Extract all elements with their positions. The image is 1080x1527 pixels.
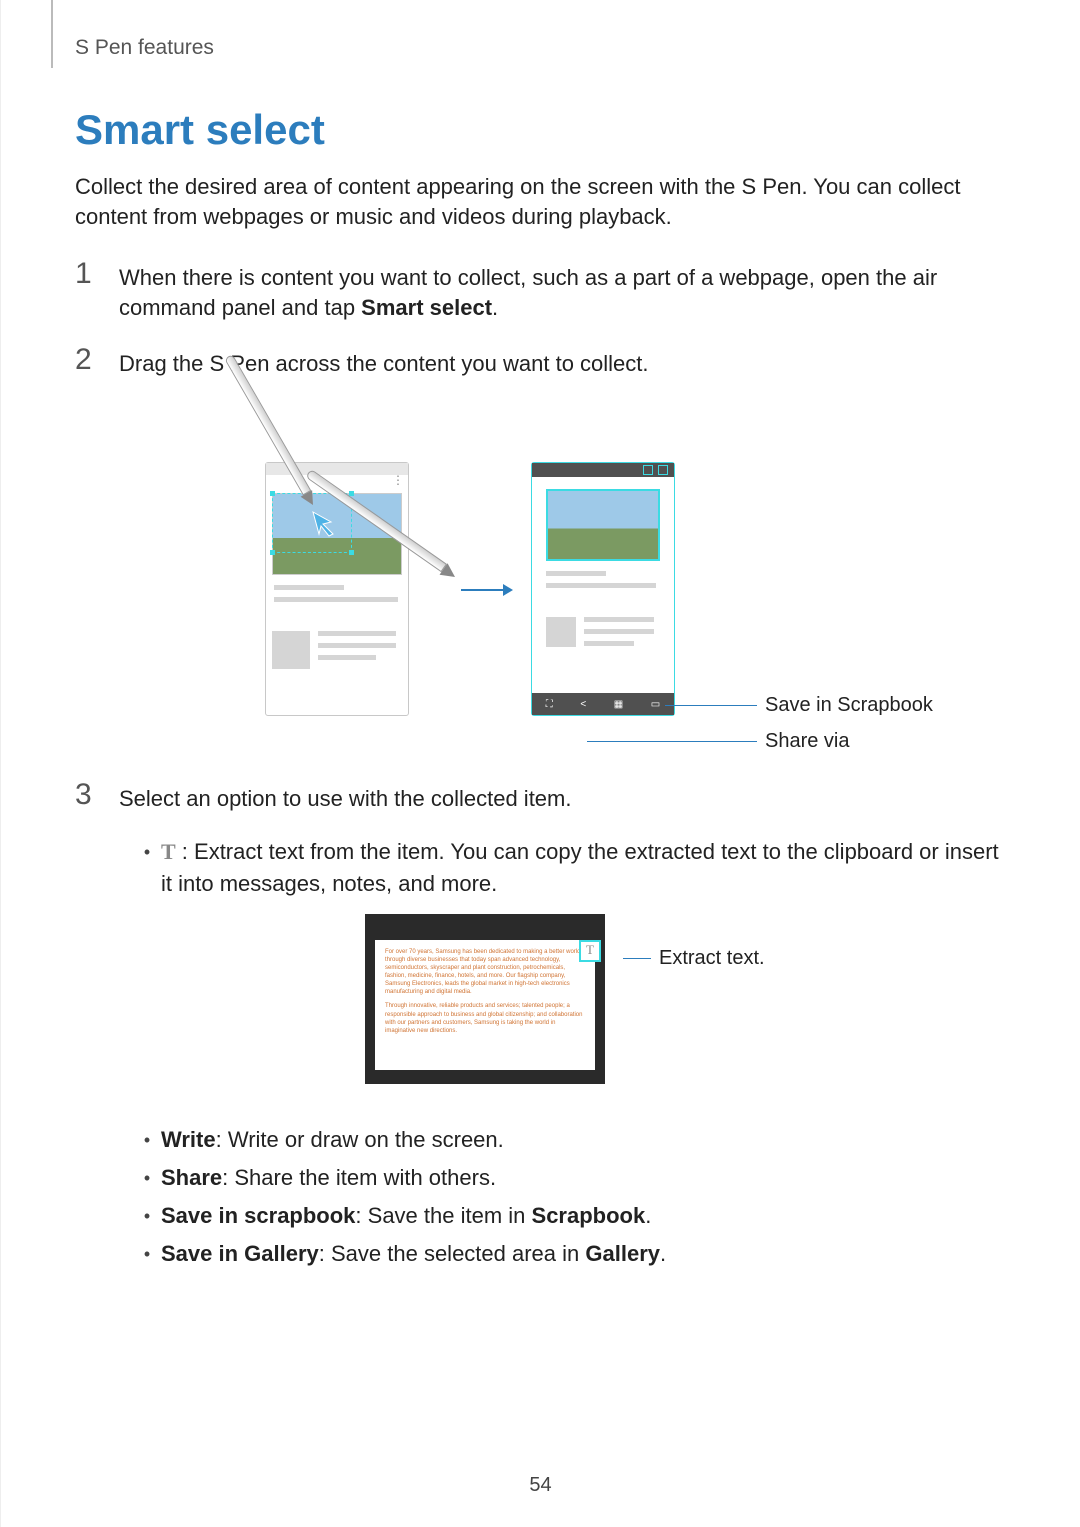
device-mock-right: ⛶ < ▦ ▭ (531, 462, 675, 716)
bullet-bold: Share (161, 1165, 222, 1190)
bullet-text: : Share the item with others. (222, 1165, 496, 1190)
crop-icon: ⛶ (546, 699, 553, 710)
figure-extract-text: For over 70 years, Samsung has been dedi… (75, 914, 1006, 1104)
extract-text-button: T (579, 940, 601, 962)
menu-icon: ⋮ (392, 479, 402, 482)
window-icon (658, 465, 668, 475)
bullet-bold: Save in scrapbook (161, 1203, 355, 1228)
bullet-text-a: : Save the item in (355, 1203, 531, 1228)
bullet-bold-2: Scrapbook (532, 1203, 646, 1228)
bullet-write: • Write: Write or draw on the screen. (133, 1124, 1006, 1156)
bullet-dot: • (133, 1241, 161, 1267)
bullet-text-c: . (660, 1241, 666, 1266)
step-number: 1 (75, 259, 119, 289)
back-icon (643, 465, 653, 475)
step-3: 3 Select an option to use with the colle… (75, 780, 1006, 814)
step-body: Select an option to use with the collect… (119, 780, 571, 814)
sample-paragraph-1: For over 70 years, Samsung has been dedi… (385, 948, 585, 997)
bullet-share: • Share: Share the item with others. (133, 1162, 1006, 1194)
text-extract-icon: T (161, 836, 176, 868)
page-number: 54 (1, 1474, 1080, 1497)
callout-share: Share via (587, 730, 850, 753)
scrapbook-icon: ▦ (614, 699, 623, 710)
bullet-gallery: • Save in Gallery: Save the selected are… (133, 1238, 1006, 1270)
arrow-right-icon (461, 580, 513, 605)
step-body: Drag the S Pen across the content you wa… (119, 345, 649, 379)
page-title: Smart select (75, 106, 1006, 154)
extract-text-content: For over 70 years, Samsung has been dedi… (375, 940, 595, 1070)
bullet-text: : Write or draw on the screen. (216, 1127, 504, 1152)
clipped-photo (546, 489, 660, 561)
step-number: 3 (75, 780, 119, 810)
selection-toolbar: ⛶ < ▦ ▭ (532, 693, 674, 715)
callout-extract-text: Extract text. (623, 947, 765, 970)
intro-paragraph: Collect the desired area of content appe… (75, 172, 1006, 231)
bullet-text: : Extract text from the item. You can co… (161, 839, 999, 896)
step1-text-bold: Smart select (361, 295, 492, 320)
bullet-extract-text: • T : Extract text from the item. You ca… (133, 836, 1006, 900)
step1-text-a: When there is content you want to collec… (119, 265, 937, 320)
step-1: 1 When there is content you want to coll… (75, 259, 1006, 322)
sample-paragraph-2: Through innovative, reliable products an… (385, 1002, 585, 1034)
share-icon: < (580, 699, 586, 710)
section-header: S Pen features (75, 36, 1006, 60)
step-number: 2 (75, 345, 119, 375)
statusbar (532, 463, 674, 477)
card-placeholder (546, 603, 660, 683)
step1-text-c: . (492, 295, 498, 320)
bullet-text-a: : Save the selected area in (319, 1241, 586, 1266)
bullet-scrapbook: • Save in scrapbook: Save the item in Sc… (133, 1200, 1006, 1232)
extract-text-panel: For over 70 years, Samsung has been dedi… (365, 914, 605, 1084)
bullet-dot: • (133, 839, 161, 865)
pen-cursor-icon (309, 508, 339, 538)
card-placeholder (272, 617, 402, 697)
page-corner-tab (51, 0, 53, 68)
bullet-bold: Save in Gallery (161, 1241, 319, 1266)
bullet-dot: • (133, 1127, 161, 1153)
bullet-bold-2: Gallery (585, 1241, 660, 1266)
bullet-bold: Write (161, 1127, 216, 1152)
bullet-dot: • (133, 1203, 161, 1229)
step-body: When there is content you want to collec… (119, 259, 1006, 322)
bullet-dot: • (133, 1165, 161, 1191)
figure-smart-select: ⋮ (75, 400, 1006, 750)
save-icon: ▭ (651, 699, 660, 710)
callout-scrapbook: Save in Scrapbook (665, 694, 933, 717)
bullet-text-c: . (645, 1203, 651, 1228)
step-2: 2 Drag the S Pen across the content you … (75, 345, 1006, 379)
